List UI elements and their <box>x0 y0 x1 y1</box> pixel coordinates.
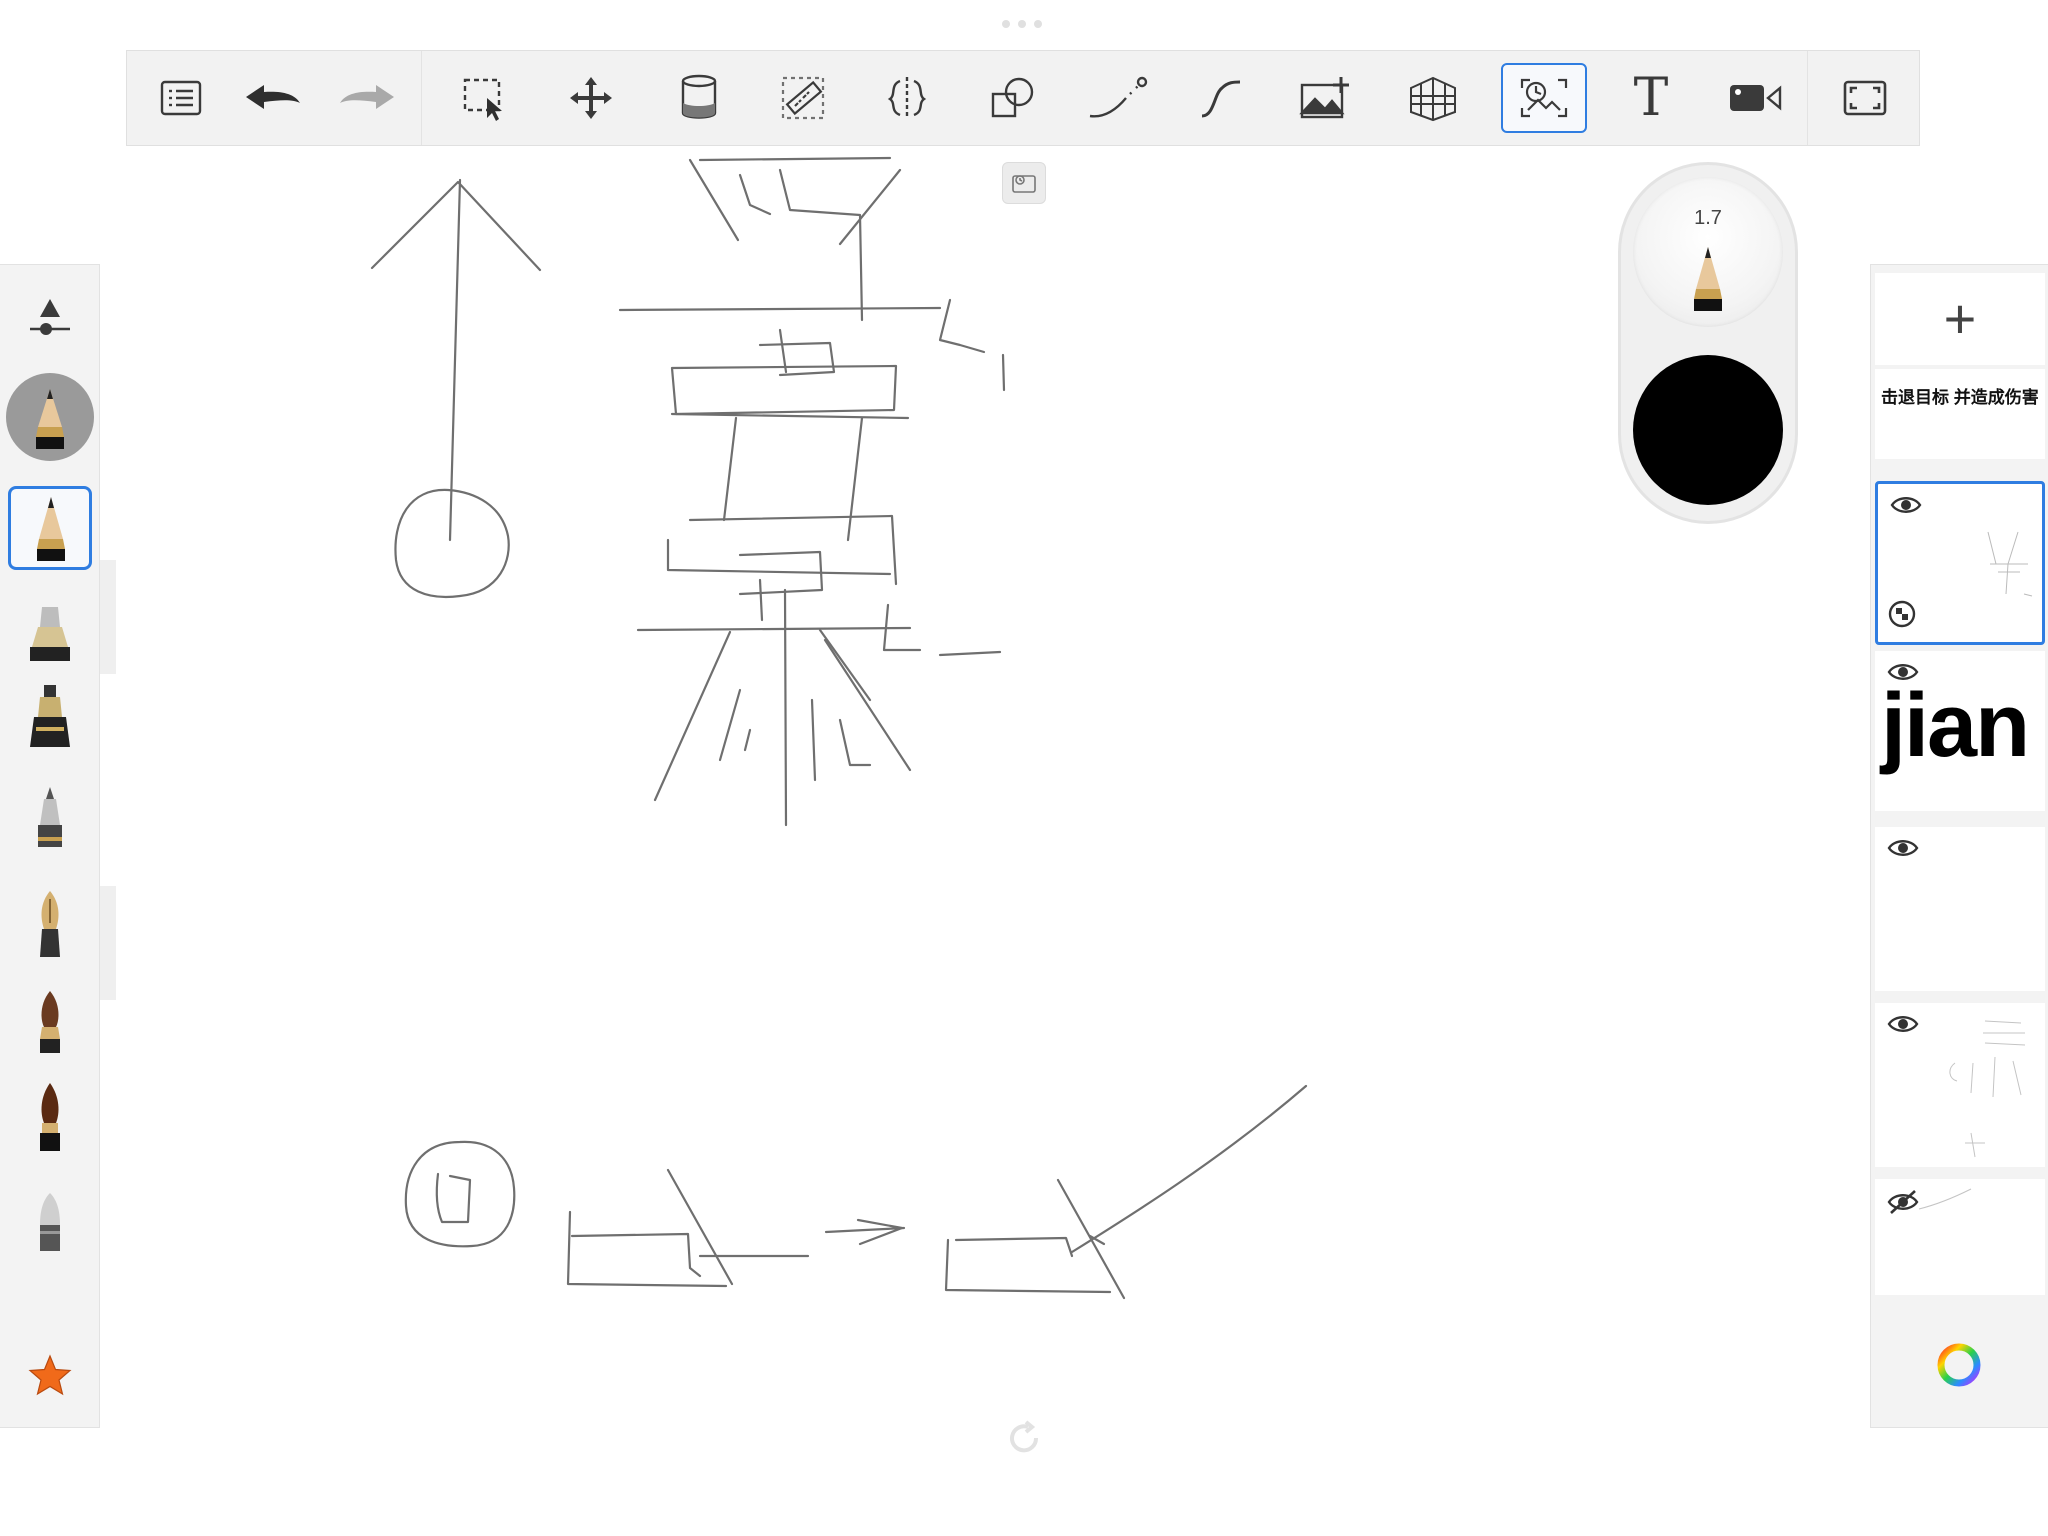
add-layer-button[interactable]: + <box>1875 273 2045 365</box>
color-swatch[interactable] <box>1633 355 1783 505</box>
list-icon[interactable] <box>145 63 217 133</box>
eye-icon[interactable] <box>1887 1013 1919 1035</box>
text-layer[interactable]: 击退目标 并造成伤害 <box>1875 369 2045 459</box>
eye-icon[interactable] <box>1890 494 1922 516</box>
layer-empty[interactable] <box>1875 827 2045 991</box>
marker-brush-icon[interactable] <box>24 603 76 672</box>
redo-icon[interactable] <box>331 63 403 133</box>
left-scroll-tab[interactable] <box>100 886 116 1000</box>
curve-icon[interactable] <box>1185 63 1257 133</box>
color-wheel-icon[interactable] <box>1935 1341 1983 1394</box>
eye-icon[interactable] <box>1887 837 1919 859</box>
airbrush-brush-icon[interactable] <box>30 785 70 858</box>
add-icon: + <box>1943 287 1977 350</box>
brush-size-value: 1.7 <box>1694 207 1722 229</box>
layer-thumbnail <box>1918 1188 1972 1210</box>
video-camera-icon[interactable] <box>1719 63 1791 133</box>
layer-sketch[interactable] <box>1875 481 2045 645</box>
add-image-icon[interactable] <box>1289 63 1361 133</box>
main-toolbar: T <box>126 50 1920 146</box>
ink-pen-brush-icon[interactable] <box>24 683 76 758</box>
layer-thumbnail <box>1987 531 2033 597</box>
canvas-rotate-icon[interactable] <box>1006 1420 1042 1461</box>
eraser-brush-icon[interactable] <box>30 1191 70 1260</box>
left-scroll-tab[interactable] <box>100 560 116 674</box>
paint-brush-icon[interactable] <box>30 989 70 1060</box>
opacity-slider-icon[interactable] <box>26 295 74 344</box>
time-lapse-icon[interactable] <box>1501 63 1587 133</box>
predictive-stroke-icon[interactable] <box>1081 63 1153 133</box>
undo-icon[interactable] <box>237 63 309 133</box>
move-icon[interactable] <box>555 63 627 133</box>
selection-icon[interactable] <box>449 63 521 133</box>
time-lapse-hint-icon[interactable] <box>1002 162 1046 204</box>
pencil-brush-icon[interactable] <box>8 486 92 570</box>
layer-thumbnail-text: jian <box>1881 676 2030 776</box>
shapes-icon[interactable] <box>977 63 1049 133</box>
pencil-icon <box>1694 247 1722 311</box>
text-icon[interactable]: T <box>1615 63 1687 133</box>
brush-puck[interactable]: 1.7 <box>1618 162 1798 524</box>
fountain-pen-brush-icon[interactable] <box>30 889 70 964</box>
transparency-lock-icon[interactable] <box>1888 600 1916 628</box>
paint-bucket-icon[interactable] <box>663 63 735 133</box>
ink-brush-icon[interactable] <box>30 1081 70 1158</box>
favorites-star-icon[interactable] <box>28 1353 72 1402</box>
fullscreen-icon[interactable] <box>1829 63 1901 133</box>
perspective-grid-icon[interactable] <box>1397 63 1469 133</box>
layer-strokes[interactable] <box>1875 1003 2045 1167</box>
pencil-preview[interactable] <box>6 373 94 461</box>
layer-thumbnail <box>1949 1020 2026 1158</box>
layer-title: 击退目标 并造成伤害 <box>1881 388 2039 407</box>
symmetry-icon[interactable] <box>871 63 943 133</box>
layers-panel: + 击退目标 并造成伤害 jian <box>1870 264 2048 1428</box>
layer-jian[interactable]: jian <box>1875 651 2045 811</box>
ruler-icon[interactable] <box>767 63 839 133</box>
layer-hidden[interactable] <box>1875 1179 2045 1295</box>
brush-palette <box>0 264 100 1428</box>
brush-size-dial[interactable]: 1.7 <box>1633 177 1783 327</box>
